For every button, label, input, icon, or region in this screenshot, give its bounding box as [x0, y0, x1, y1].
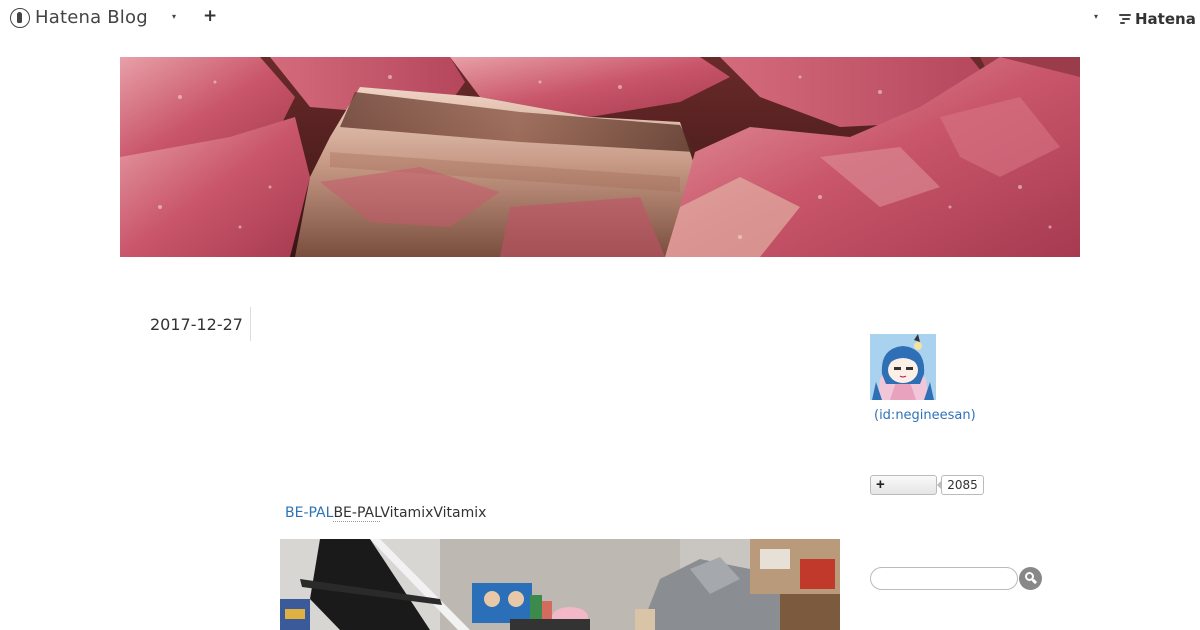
- entry-text-rest: VitamixVitamix: [380, 505, 487, 521]
- global-header: Hatena Blog ▾ + ▾ Hatena: [0, 0, 1200, 36]
- search-input[interactable]: [870, 567, 1018, 590]
- profile-id-link[interactable]: (id:negineesan): [874, 408, 976, 423]
- hatena-blog-logo[interactable]: Hatena Blog: [10, 7, 148, 28]
- be-pal-keyword[interactable]: BE-PAL: [333, 505, 381, 522]
- user-menu-caret-icon[interactable]: ▾: [1094, 12, 1098, 21]
- blog-menu-caret-icon[interactable]: ▾: [172, 12, 176, 21]
- plus-icon[interactable]: +: [203, 6, 217, 26]
- follower-count: 2085: [937, 475, 984, 495]
- hatena-logo-icon: [1119, 13, 1132, 25]
- profile-avatar[interactable]: [870, 334, 936, 400]
- logo-text: Hatena Blog: [35, 7, 148, 28]
- meat-banner-image: [120, 57, 1080, 257]
- entry-text-line: BE-PALBE-PALVitamixVitamix: [285, 505, 487, 522]
- entry-photo-image: [280, 539, 840, 630]
- entry-date[interactable]: 2017-12-27: [150, 315, 243, 334]
- brand-text: Hatena: [1135, 10, 1196, 28]
- blog-header-banner[interactable]: [120, 57, 1080, 257]
- entry-photo: [280, 539, 840, 630]
- follow-button[interactable]: +: [870, 475, 937, 495]
- search-button[interactable]: [1019, 567, 1042, 590]
- hatena-blog-logo-icon: [10, 7, 30, 28]
- date-divider: [250, 307, 251, 341]
- be-pal-link[interactable]: BE-PAL: [285, 505, 333, 521]
- follow-plus-icon: +: [876, 476, 885, 493]
- hatena-brand-link[interactable]: Hatena: [1119, 10, 1196, 28]
- profile-avatar-image: [870, 334, 936, 400]
